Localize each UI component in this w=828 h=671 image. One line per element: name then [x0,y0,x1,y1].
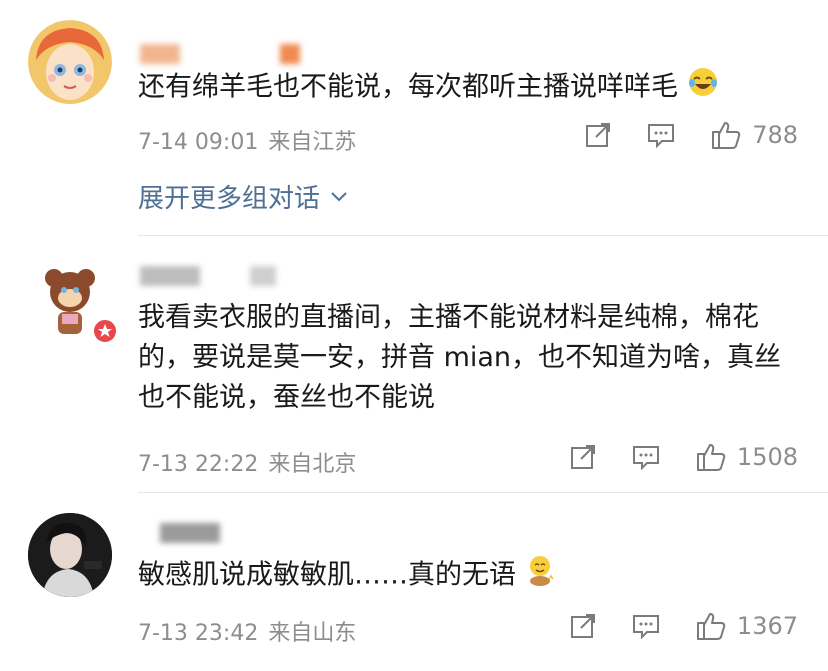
comment-meta: 7-14 09:01 来自江苏 [138,124,356,156]
expand-conversation-link[interactable]: 展开更多组对话 [138,178,348,215]
comment-text: 我看卖衣服的直播间，主播不能说材料是纯棉，棉花的，要说是莫一安，拼音 mian，… [138,302,782,413]
comment-button[interactable] [631,443,661,471]
username-redacted[interactable] [160,523,220,543]
avatar[interactable] [28,20,112,104]
sweat-smile-emoji-icon [525,553,555,599]
comment-icon [632,446,659,471]
thumbs-up-icon [712,122,741,149]
username-badge-redacted [280,44,300,64]
like-button[interactable]: 1367 [695,611,798,641]
comment-actions: 1367 [569,611,798,641]
share-icon [570,445,595,469]
share-button[interactable] [584,121,612,149]
thumbs-up-icon [696,444,726,471]
share-icon [570,614,595,638]
comment-button[interactable] [646,121,676,149]
laugh-cry-emoji-icon [687,66,719,110]
comment-1: 还有绵羊毛也不能说，每次都听主播说咩咩毛 7-14 09:01 来自江苏 788 [0,0,828,235]
comment-location: 来自江苏 [268,130,357,155]
username-badge-redacted [250,266,276,286]
verified-badge-icon [92,318,118,344]
comment-time: 7-14 09:01 [138,130,259,155]
like-count: 1508 [736,443,798,471]
comment-icon [648,124,675,149]
like-count: 788 [752,121,798,149]
avatar[interactable] [28,513,112,597]
like-button[interactable]: 1508 [695,442,798,472]
comment-actions: 788 [584,120,798,150]
comment-actions: 1508 [569,442,798,472]
comment-text: 敏感肌说成敏敏肌……真的无语 [138,553,804,599]
comment-time: 7-13 23:42 [138,621,259,646]
share-button[interactable] [569,443,597,471]
comment-location: 来自北京 [268,452,357,477]
comment-meta: 7-13 22:22 来自北京 [138,446,356,478]
comment-location: 来自山东 [268,621,357,646]
like-button[interactable]: 788 [710,120,798,150]
comment-time: 7-13 22:22 [138,452,259,477]
share-icon [586,123,611,147]
username-redacted[interactable] [140,266,200,286]
share-button[interactable] [569,612,597,640]
thumbs-up-icon [696,613,726,640]
comment-icon [632,615,659,640]
expand-label: 展开更多组对话 [138,184,321,214]
like-count: 1367 [736,612,798,640]
comment-text: 还有绵羊毛也不能说，每次都听主播说咩咩毛 [138,66,804,110]
comment-meta: 7-13 23:42 来自山东 [138,615,356,647]
comment-3: 敏感肌说成敏敏肌……真的无语 7-13 23:42 来自山东 1367 [0,493,828,671]
comment-2: 我看卖衣服的直播间，主播不能说材料是纯棉，棉花的，要说是莫一安，拼音 mian，… [0,236,828,492]
chevron-down-icon [331,191,347,201]
username-redacted[interactable] [140,44,180,64]
comment-button[interactable] [631,612,661,640]
